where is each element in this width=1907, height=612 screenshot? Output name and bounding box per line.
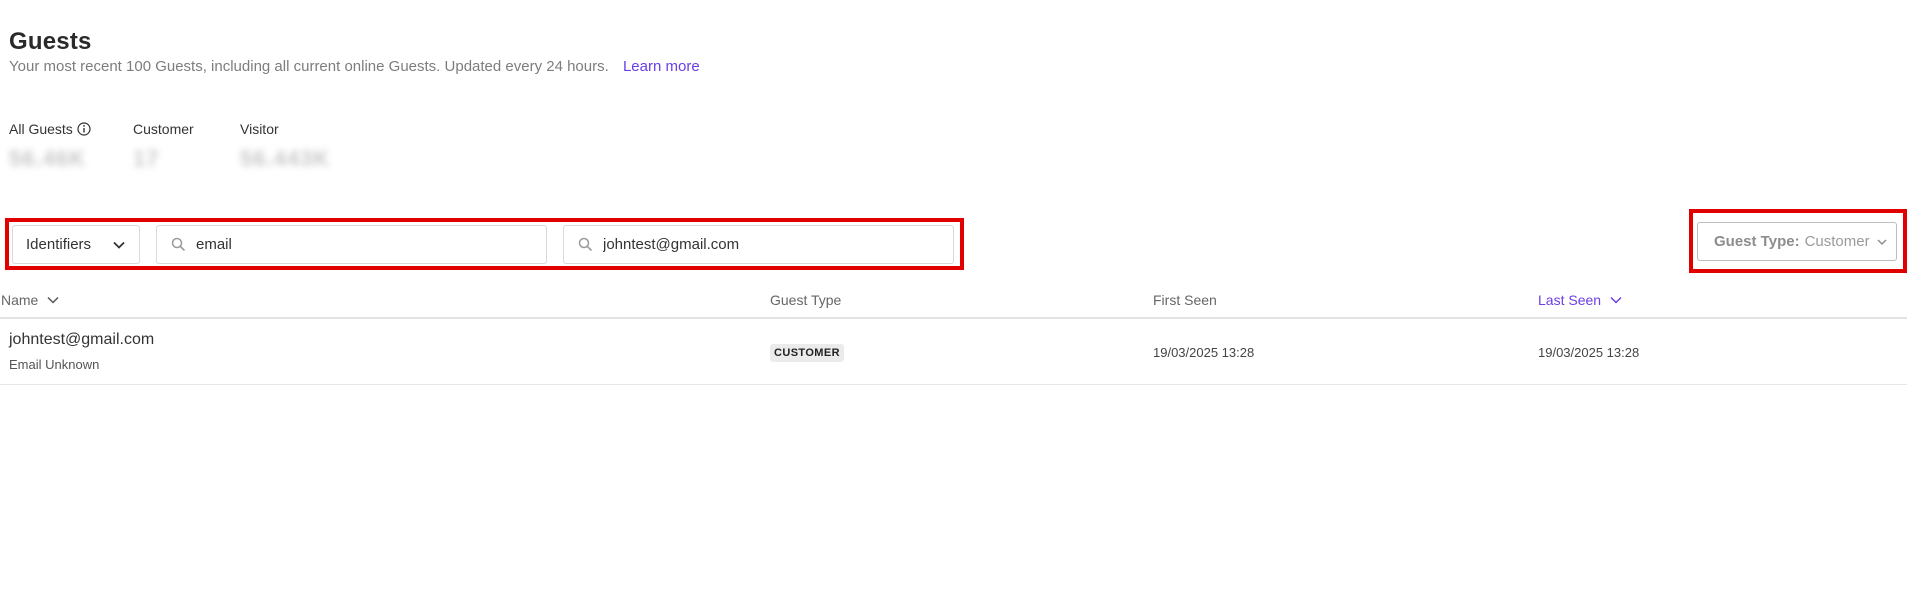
chevron-down-icon — [1610, 296, 1622, 304]
last-seen-value: 19/03/2025 13:28 — [1538, 345, 1640, 360]
guest-type-filter-value: Customer — [1804, 233, 1870, 250]
table-header: Name Guest Type First Seen Last Seen — [0, 285, 1907, 319]
search-icon — [171, 237, 186, 252]
identifier-value-field[interactable] — [563, 225, 954, 264]
stat-label: All Guests — [9, 121, 91, 137]
column-header-first-seen: First Seen — [1153, 292, 1217, 308]
guest-name[interactable]: johntest@gmail.com — [9, 331, 154, 349]
column-header-name[interactable]: Name — [1, 292, 60, 308]
chevron-down-icon — [113, 241, 125, 249]
column-header-guest-type: Guest Type — [770, 292, 841, 308]
column-header-label: First Seen — [1153, 292, 1217, 308]
stat-value: 56.46K — [9, 146, 86, 171]
learn-more-link[interactable]: Learn more — [623, 58, 700, 75]
subtitle-text: Your most recent 100 Guests, including a… — [9, 58, 609, 75]
page-subtitle: Your most recent 100 Guests, including a… — [9, 58, 700, 75]
identifier-value-input[interactable] — [603, 236, 923, 253]
column-header-label: Last Seen — [1538, 292, 1602, 308]
stat-label-text: All Guests — [9, 121, 73, 137]
column-header-label: Name — [1, 292, 39, 308]
info-icon[interactable] — [77, 122, 91, 136]
stat-label: Visitor — [240, 121, 279, 137]
chevron-down-icon — [1876, 236, 1888, 248]
first-seen-value: 19/03/2025 13:28 — [1153, 345, 1255, 360]
guest-type-badge: CUSTOMER — [770, 344, 844, 362]
stat-all-guests: All Guests 56.46K — [9, 121, 91, 172]
chevron-down-icon — [47, 296, 59, 304]
identifiers-dropdown-label: Identifiers — [26, 236, 92, 253]
search-icon — [578, 237, 593, 252]
guest-email-status: Email Unknown — [9, 357, 100, 372]
page-title: Guests — [9, 28, 92, 55]
identifier-key-input[interactable] — [196, 236, 516, 253]
column-header-label: Guest Type — [770, 292, 842, 308]
identifier-key-field[interactable] — [156, 225, 547, 264]
stat-value: 17 — [133, 146, 160, 171]
stat-label: Customer — [133, 121, 194, 137]
stat-value: 56.443K — [240, 146, 331, 171]
identifiers-dropdown[interactable]: Identifiers — [12, 225, 140, 264]
guest-type-filter[interactable]: Guest Type: Customer — [1697, 222, 1897, 261]
table-row[interactable]: johntest@gmail.com Email Unknown CUSTOME… — [0, 321, 1907, 385]
column-header-last-seen[interactable]: Last Seen — [1538, 292, 1623, 308]
stat-visitor: Visitor 56.443K — [240, 121, 330, 172]
guest-type-filter-label: Guest Type: — [1714, 233, 1800, 250]
stat-customer: Customer 17 — [133, 121, 194, 172]
